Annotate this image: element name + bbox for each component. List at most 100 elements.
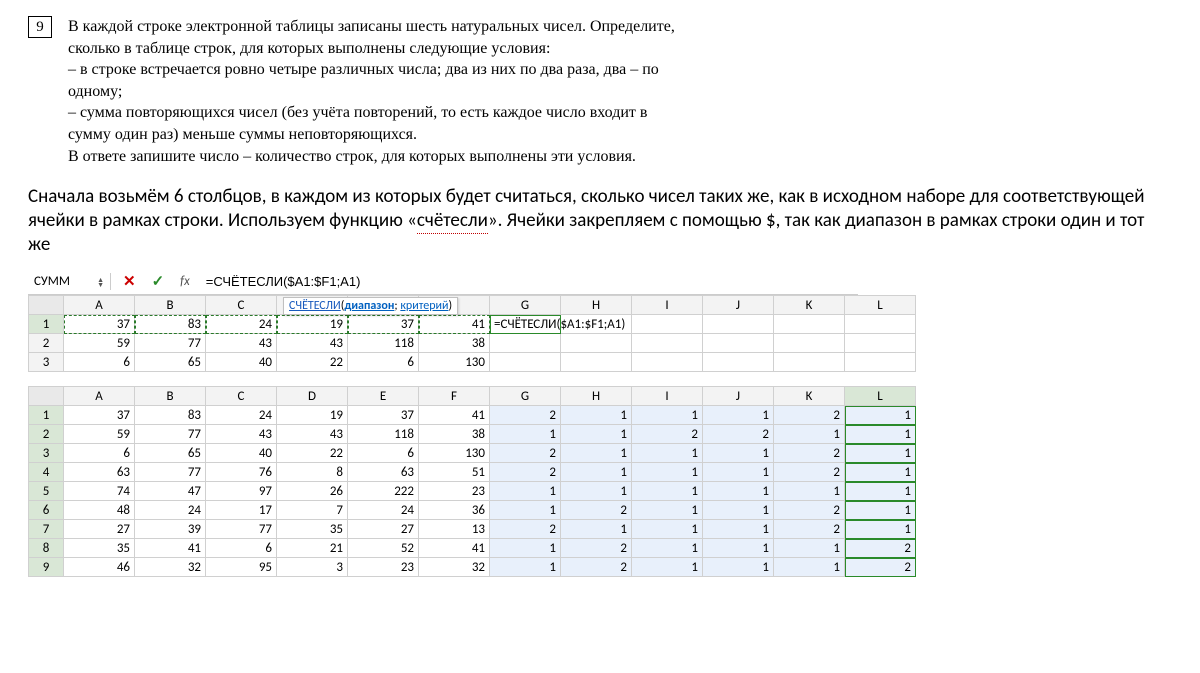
cell[interactable]: 27 (348, 520, 419, 539)
select-all-corner[interactable] (29, 296, 64, 315)
cell[interactable]: 1 (490, 501, 561, 520)
cell[interactable]: 43 (206, 334, 277, 353)
col-header[interactable]: C (206, 387, 277, 406)
cell[interactable]: 1 (703, 539, 774, 558)
col-header[interactable]: F (419, 387, 490, 406)
cell[interactable]: 38 (419, 334, 490, 353)
cell[interactable]: 19 (277, 406, 348, 425)
col-header[interactable]: B (135, 387, 206, 406)
cell[interactable]: 3 (277, 558, 348, 577)
cell[interactable] (774, 334, 845, 353)
cell[interactable] (561, 353, 632, 372)
cell[interactable]: 2 (703, 425, 774, 444)
cell[interactable]: 118 (348, 334, 419, 353)
cell[interactable]: 32 (419, 558, 490, 577)
cell[interactable]: 95 (206, 558, 277, 577)
col-header[interactable]: E (348, 387, 419, 406)
col-header[interactable]: L (845, 296, 916, 315)
cell[interactable] (845, 353, 916, 372)
row-header[interactable]: 2 (29, 334, 64, 353)
cell[interactable]: =СЧЁТЕСЛИ($A1:$F1;A1) (490, 315, 561, 334)
cell[interactable]: 222 (348, 482, 419, 501)
col-header[interactable]: G (490, 387, 561, 406)
cell[interactable]: 22 (277, 353, 348, 372)
cell[interactable]: 76 (206, 463, 277, 482)
cell[interactable]: 1 (490, 425, 561, 444)
col-header[interactable]: B (135, 296, 206, 315)
cell[interactable]: 23 (348, 558, 419, 577)
row-header[interactable]: 1 (29, 315, 64, 334)
cell[interactable]: 1 (561, 482, 632, 501)
cell[interactable]: 48 (64, 501, 135, 520)
cell[interactable]: 1 (703, 558, 774, 577)
cell[interactable]: 41 (135, 539, 206, 558)
cell[interactable]: 1 (703, 501, 774, 520)
cell[interactable]: 2 (774, 520, 845, 539)
cell[interactable]: 24 (348, 501, 419, 520)
cell[interactable]: 1 (632, 539, 703, 558)
cell[interactable]: 6 (64, 444, 135, 463)
cell[interactable]: 1 (845, 406, 916, 425)
grid-top[interactable]: ABCDEFGHIJKL1378324193741=СЧЁТЕСЛИ($A1:$… (28, 295, 916, 372)
cell[interactable]: 1 (703, 444, 774, 463)
cell[interactable]: 46 (64, 558, 135, 577)
cell[interactable]: 59 (64, 334, 135, 353)
col-header[interactable]: J (703, 296, 774, 315)
cell[interactable]: 1 (632, 501, 703, 520)
cell[interactable]: 1 (561, 463, 632, 482)
cell[interactable]: 1 (774, 482, 845, 501)
cell[interactable]: 77 (135, 425, 206, 444)
cell[interactable]: 1 (845, 520, 916, 539)
cell[interactable]: 1 (845, 482, 916, 501)
col-header[interactable]: C (206, 296, 277, 315)
row-header[interactable]: 1 (29, 406, 64, 425)
cell[interactable]: 1 (774, 558, 845, 577)
cell[interactable] (774, 353, 845, 372)
cell[interactable]: 1 (561, 425, 632, 444)
row-header[interactable]: 8 (29, 539, 64, 558)
col-header[interactable]: A (64, 387, 135, 406)
cell[interactable] (845, 315, 916, 334)
row-header[interactable]: 6 (29, 501, 64, 520)
col-header[interactable]: G (490, 296, 561, 315)
row-header[interactable]: 7 (29, 520, 64, 539)
cell[interactable]: 2 (774, 444, 845, 463)
cell[interactable]: 41 (419, 539, 490, 558)
cell[interactable]: 38 (419, 425, 490, 444)
cell[interactable]: 118 (348, 425, 419, 444)
col-header[interactable]: K (774, 387, 845, 406)
cell[interactable] (845, 334, 916, 353)
cell[interactable]: 47 (135, 482, 206, 501)
cell[interactable]: 1 (561, 406, 632, 425)
cell[interactable]: 24 (206, 406, 277, 425)
cell[interactable]: 1 (490, 482, 561, 501)
name-box-stepper-icon[interactable]: ▲▼ (97, 277, 104, 287)
cell[interactable]: 1 (703, 482, 774, 501)
cell[interactable]: 35 (64, 539, 135, 558)
cell[interactable]: 19 (277, 315, 348, 334)
cell[interactable]: 40 (206, 444, 277, 463)
cell[interactable]: 1 (632, 482, 703, 501)
cell[interactable] (561, 334, 632, 353)
cell[interactable]: 6 (348, 353, 419, 372)
row-header[interactable]: 5 (29, 482, 64, 501)
grid-bottom[interactable]: ABCDEFGHIJKL1378324193741211121259774343… (28, 386, 916, 577)
cell[interactable]: 1 (845, 444, 916, 463)
cell[interactable]: 1 (632, 444, 703, 463)
cell[interactable]: 83 (135, 315, 206, 334)
cell[interactable] (490, 353, 561, 372)
cell[interactable]: 2 (490, 406, 561, 425)
cell[interactable]: 41 (419, 315, 490, 334)
cell[interactable]: 63 (64, 463, 135, 482)
cell[interactable]: 22 (277, 444, 348, 463)
cell[interactable]: 32 (135, 558, 206, 577)
cell[interactable]: 130 (419, 353, 490, 372)
cell[interactable]: 21 (277, 539, 348, 558)
cell[interactable]: 1 (845, 463, 916, 482)
cell[interactable]: 35 (277, 520, 348, 539)
cell[interactable]: 1 (703, 520, 774, 539)
cell[interactable] (774, 315, 845, 334)
cell[interactable]: 8 (277, 463, 348, 482)
cell[interactable]: 23 (419, 482, 490, 501)
cell[interactable]: 63 (348, 463, 419, 482)
